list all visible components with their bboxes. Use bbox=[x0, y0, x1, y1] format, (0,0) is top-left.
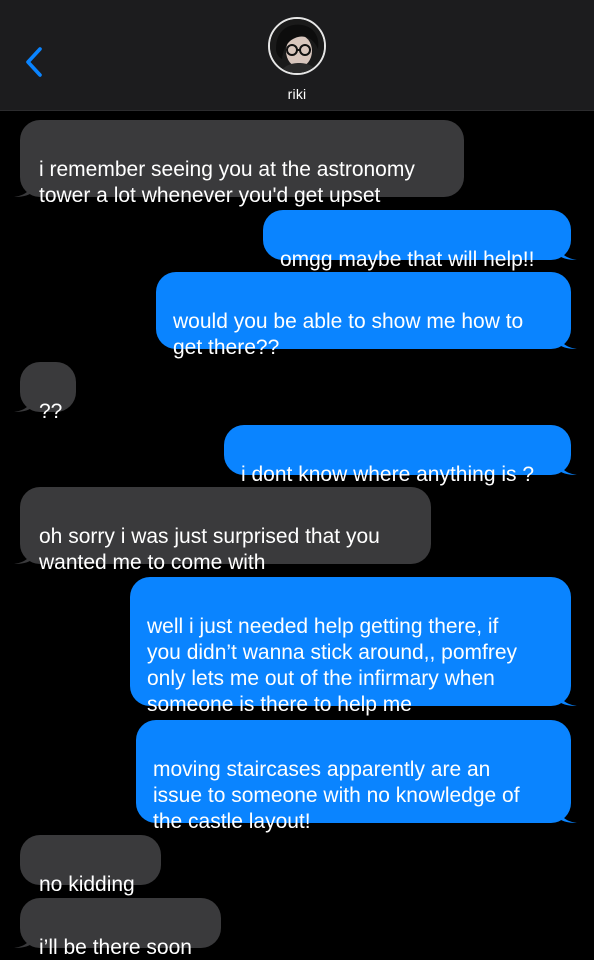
message-text: i dont know where anything is ? bbox=[241, 463, 535, 486]
message-text: i remember seeing you at the astronomy t… bbox=[39, 158, 415, 207]
message-text: oh sorry i was just surprised that you w… bbox=[39, 525, 380, 574]
outgoing-message[interactable]: well i just needed help getting there, i… bbox=[130, 577, 577, 716]
message-text: well i just needed help getting there, i… bbox=[147, 615, 518, 716]
incoming-message[interactable]: i’ll be there soon bbox=[14, 898, 221, 959]
bubble-tail-icon bbox=[14, 392, 34, 412]
avatar-photo bbox=[270, 19, 324, 73]
bubble-tail-icon bbox=[557, 240, 577, 260]
message-text: no kidding bbox=[39, 873, 135, 896]
bubble-tail-icon bbox=[557, 329, 577, 349]
outgoing-message[interactable]: moving staircases apparently are an issu… bbox=[136, 720, 577, 833]
bubble-tail-icon bbox=[14, 544, 34, 564]
incoming-message[interactable]: i remember seeing you at the astronomy t… bbox=[14, 120, 464, 207]
outgoing-message[interactable]: i dont know where anything is ? bbox=[224, 425, 577, 486]
incoming-message[interactable]: oh sorry i was just surprised that you w… bbox=[14, 487, 431, 574]
bubble-tail-icon bbox=[557, 455, 577, 475]
incoming-message[interactable]: no kidding bbox=[20, 835, 161, 896]
incoming-message[interactable]: ?? bbox=[14, 362, 76, 423]
contact-name[interactable]: riki bbox=[0, 86, 594, 102]
outgoing-message[interactable]: omgg maybe that will help!! bbox=[263, 210, 577, 271]
messages-screen: riki i remember seeing you at the astron… bbox=[0, 0, 594, 960]
bubble-tail-icon bbox=[557, 686, 577, 706]
bubble-tail-icon bbox=[14, 928, 34, 948]
contact-avatar[interactable] bbox=[268, 17, 326, 75]
message-text: omgg maybe that will help!! bbox=[280, 248, 535, 271]
message-text: moving staircases apparently are an issu… bbox=[153, 758, 520, 833]
chevron-left-icon bbox=[26, 47, 42, 77]
conversation-header: riki bbox=[0, 0, 594, 111]
message-text: ?? bbox=[39, 400, 63, 423]
message-text: i’ll be there soon bbox=[39, 936, 192, 959]
message-text: would you be able to show me how to get … bbox=[173, 310, 524, 359]
back-button[interactable] bbox=[14, 40, 54, 84]
bubble-tail-icon bbox=[557, 803, 577, 823]
bubble-tail-icon bbox=[14, 177, 34, 197]
outgoing-message[interactable]: would you be able to show me how to get … bbox=[156, 272, 577, 359]
